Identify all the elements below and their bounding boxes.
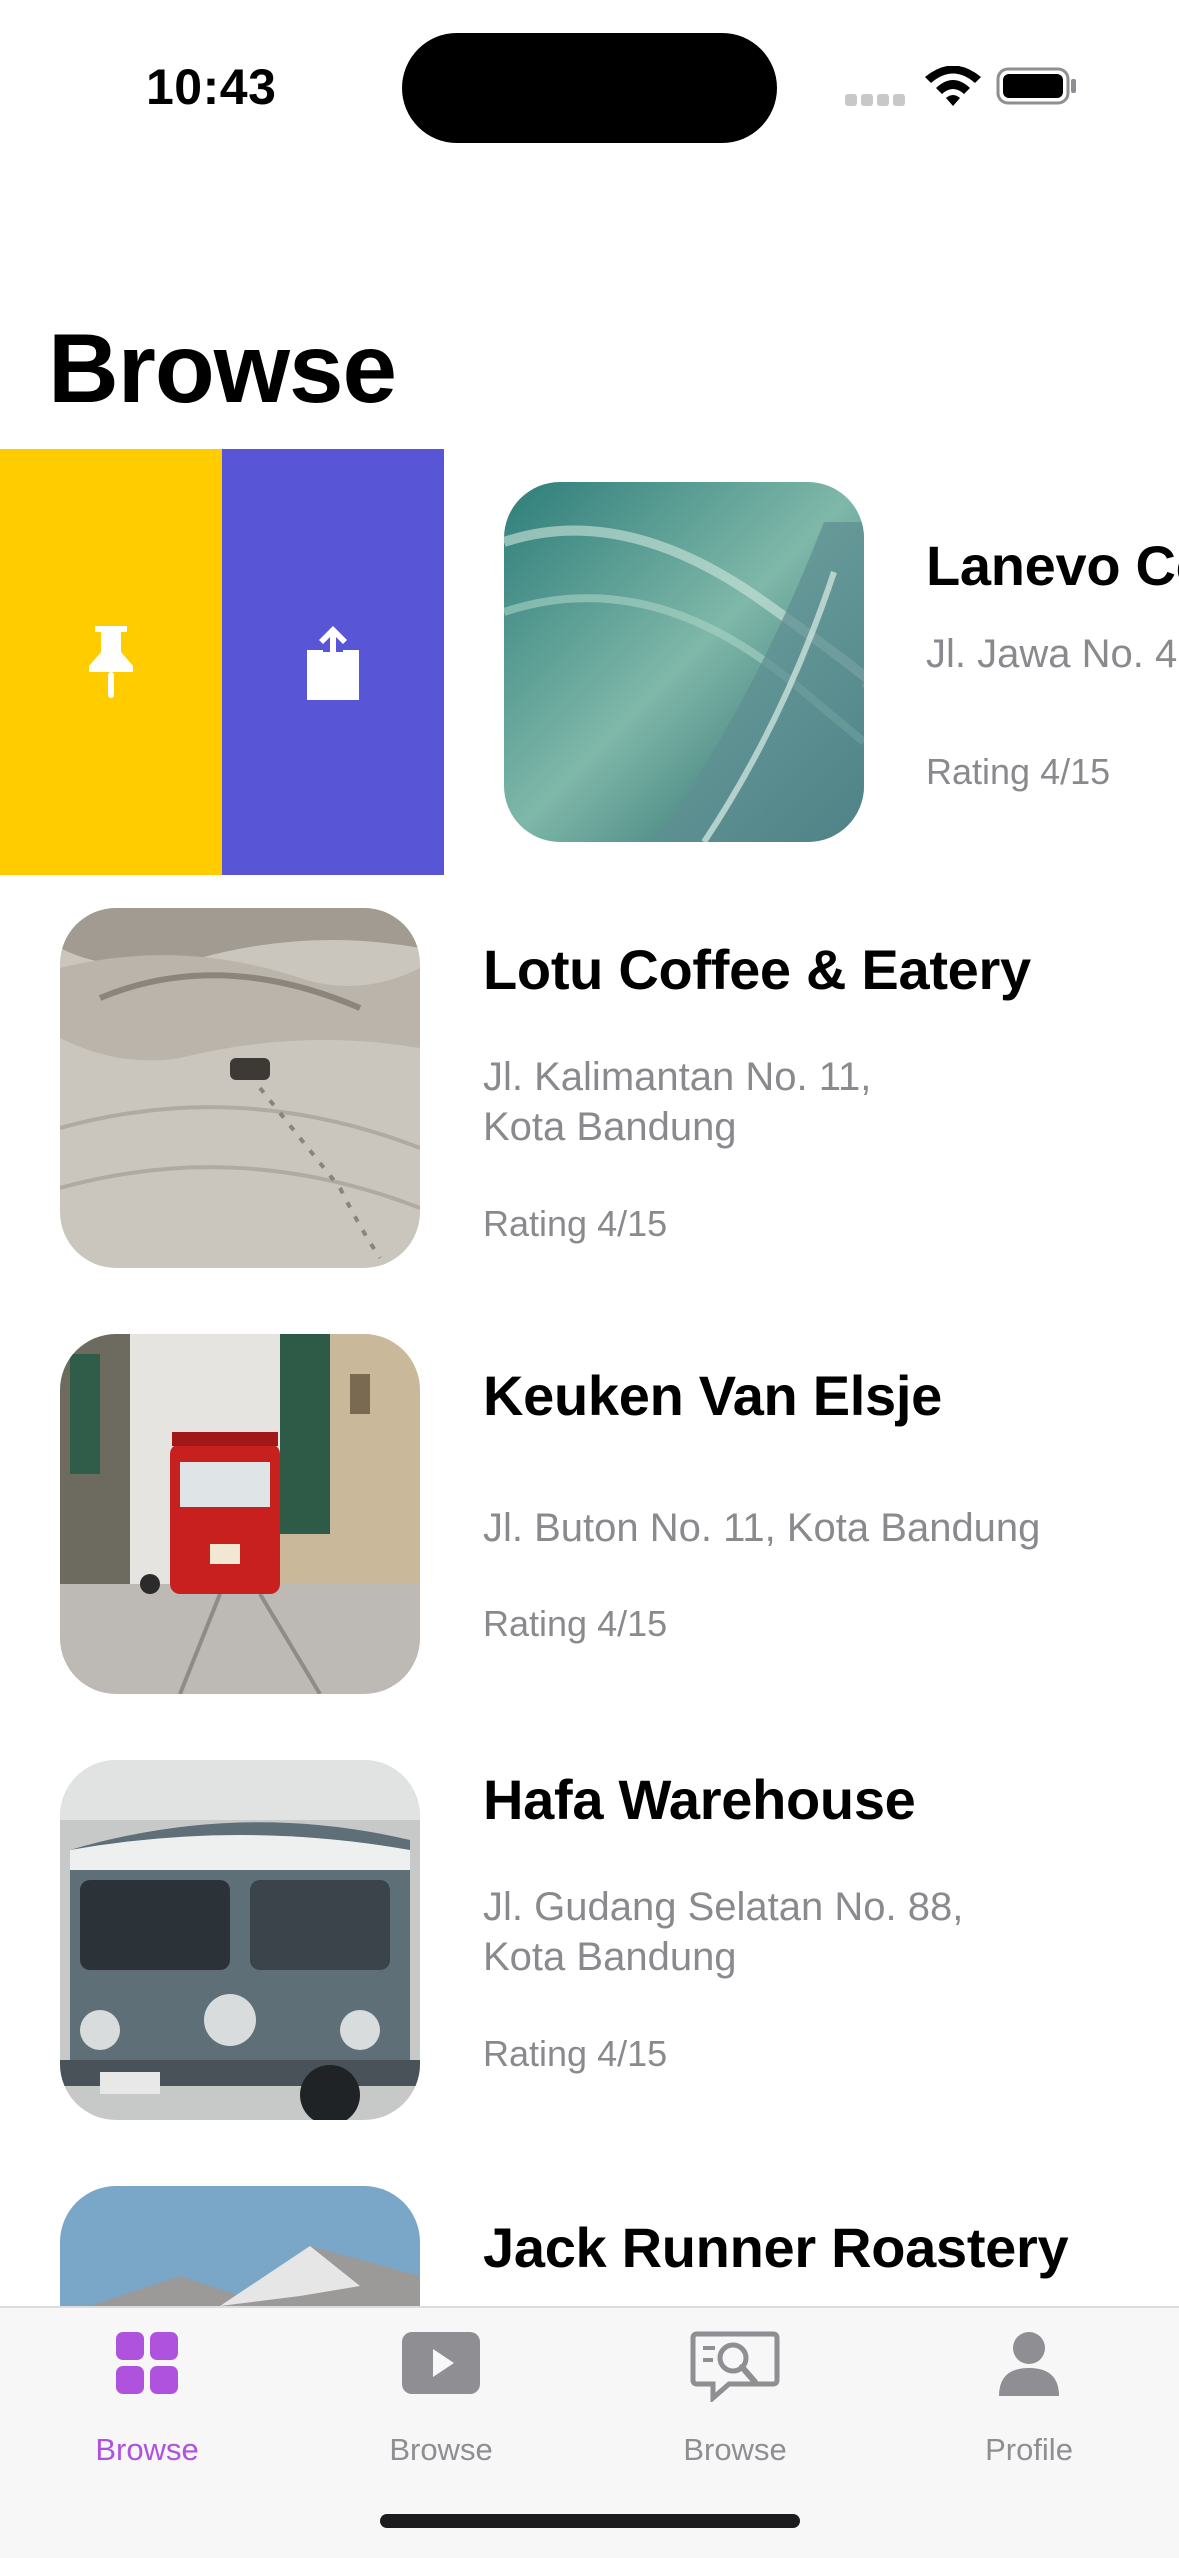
wifi-icon xyxy=(922,65,984,110)
tab-browse-video[interactable]: Browse xyxy=(294,2308,588,2468)
tab-profile[interactable]: Profile xyxy=(882,2308,1176,2468)
list-item[interactable]: Lotu Coffee & Eatery Jl. Kalimantan No. … xyxy=(0,875,1179,1301)
pin-icon xyxy=(89,626,133,698)
list-item[interactable]: Keuken Van Elsje Jl. Buton No. 11, Kota … xyxy=(0,1301,1179,1727)
tab-browse-chat[interactable]: Browse xyxy=(588,2308,882,2468)
place-name: Jack Runner Roastery xyxy=(483,2216,1069,2279)
page-title: Browse xyxy=(48,313,397,423)
list-item[interactable]: Hafa Warehouse Jl. Gudang Selatan No. 88… xyxy=(0,1727,1179,2153)
tab-label: Browse xyxy=(389,2432,493,2467)
grid-icon xyxy=(116,2332,178,2394)
dynamic-island xyxy=(402,33,777,143)
place-name: Lotu Coffee & Eatery xyxy=(483,938,1031,1001)
place-rating: Rating 4/15 xyxy=(926,751,1111,792)
list-item[interactable]: Lanevo Coffee Jl. Jawa No. 4 Rating 4/15 xyxy=(0,449,1179,875)
share-icon xyxy=(307,626,359,700)
place-thumbnail xyxy=(60,908,420,1268)
place-thumbnail xyxy=(60,1760,420,2120)
place-name: Hafa Warehouse xyxy=(483,1768,916,1831)
home-indicator xyxy=(380,2514,800,2528)
chat-search-icon xyxy=(690,2331,780,2402)
list-item[interactable]: Jack Runner Roastery xyxy=(0,2153,1179,2306)
place-name: Lanevo Coffee xyxy=(926,534,1179,597)
place-rating: Rating 4/15 xyxy=(483,1603,668,1644)
play-icon xyxy=(402,2332,480,2394)
place-address: Jl. Gudang Selatan No. 88, Kota Bandung xyxy=(483,1885,964,1979)
status-time: 10:43 xyxy=(146,59,277,115)
share-button[interactable] xyxy=(222,449,444,875)
place-thumbnail xyxy=(504,482,864,842)
tab-label: Browse xyxy=(95,2432,199,2467)
tab-browse[interactable]: Browse xyxy=(0,2308,294,2468)
place-rating: Rating 4/15 xyxy=(483,2033,668,2074)
place-address: Jl. Buton No. 11, Kota Bandung xyxy=(483,1506,1041,1550)
cellular-signal-icon xyxy=(845,94,905,106)
place-name: Keuken Van Elsje xyxy=(483,1364,942,1427)
place-address: Jl. Jawa No. 4 xyxy=(926,632,1178,676)
place-thumbnail xyxy=(60,1334,420,1694)
battery-icon xyxy=(996,66,1080,106)
place-address: Jl. Kalimantan No. 11, Kota Bandung xyxy=(483,1055,872,1149)
person-icon xyxy=(999,2332,1059,2396)
tab-label: Profile xyxy=(985,2432,1073,2467)
tab-label: Browse xyxy=(683,2432,787,2467)
pin-button[interactable] xyxy=(0,449,222,875)
place-thumbnail xyxy=(60,2186,420,2306)
place-rating: Rating 4/15 xyxy=(483,1203,668,1244)
